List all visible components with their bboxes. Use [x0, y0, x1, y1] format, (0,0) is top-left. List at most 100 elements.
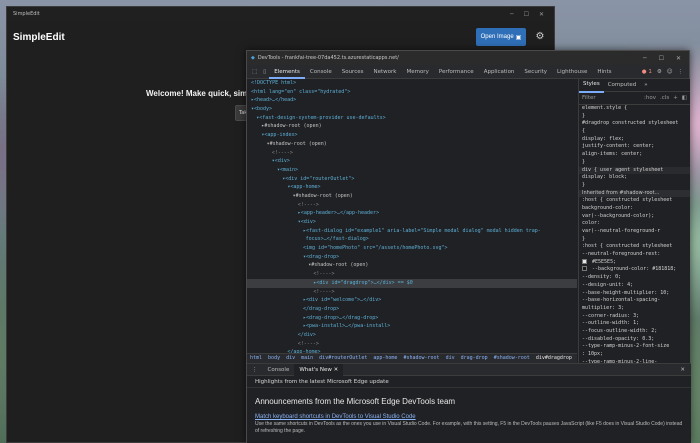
dom-node-line[interactable]: ▾#shadow-root (open)	[247, 261, 577, 270]
shortcuts-link[interactable]: Match keyboard shortcuts in DevTools to …	[247, 406, 691, 420]
dom-node-line[interactable]: ▸<div id="dragdrop">…</div> == $0	[247, 278, 577, 288]
close-icon[interactable]: ✕	[539, 11, 544, 18]
drawer-tabbar: ⋮ Console What's New ✕ ✕	[247, 363, 691, 376]
breadcrumb-item[interactable]: #shadow-root	[494, 355, 530, 361]
drawer-close-icon[interactable]: ✕	[680, 367, 691, 373]
style-rule-line: --corner-radius: 3;	[582, 312, 640, 319]
style-rule-line: : 10px;	[582, 351, 604, 357]
style-rule-line: color:	[582, 220, 601, 227]
styles-filter-input[interactable]: Filter	[582, 95, 596, 101]
inspect-icon[interactable]: ⬚	[249, 69, 260, 75]
breadcrumb-item[interactable]: div	[286, 355, 295, 361]
tab-memory[interactable]: Memory	[401, 65, 433, 79]
drawer-menu-icon[interactable]: ⋮	[247, 364, 263, 376]
style-rule-line: }	[582, 181, 586, 188]
color-swatch[interactable]	[582, 266, 587, 272]
app-window-title: SimpleEdit	[13, 11, 40, 17]
dom-node-line[interactable]: ▾<fast-design-system-provider use-defaul…	[247, 114, 577, 123]
dom-node-line[interactable]: <!---->	[247, 270, 577, 279]
minimize-icon[interactable]: ─	[510, 11, 514, 18]
error-count: 1	[648, 68, 652, 75]
more-options-icon[interactable]: ⋮	[678, 69, 684, 75]
drawer-tab-console[interactable]: Console	[263, 364, 295, 376]
style-rule-line: }	[582, 112, 586, 119]
breadcrumb-item[interactable]: div	[446, 355, 455, 361]
breadcrumb-item[interactable]: html	[250, 355, 262, 361]
dom-node-line[interactable]: <!---->	[247, 340, 577, 349]
dom-node-line[interactable]: </drag-drop>	[247, 305, 577, 314]
device-toolbar-icon[interactable]: ▯	[260, 69, 269, 75]
breadcrumb-item[interactable]: app-home	[373, 355, 397, 361]
breadcrumb-item[interactable]: #shadow-root	[403, 355, 439, 361]
drawer-tab-whats-new[interactable]: What's New ✕	[294, 363, 344, 376]
breadcrumb-item[interactable]: div#dragdrop	[536, 355, 572, 361]
error-badge[interactable]: ● 1	[642, 69, 652, 75]
dom-node-line[interactable]: <html lang="en" class="hydrated">	[247, 88, 577, 97]
dom-node-line[interactable]: <!---->	[247, 288, 577, 297]
tab-security[interactable]: Security	[519, 65, 552, 79]
style-rule-line: display: flex;	[582, 135, 625, 142]
dom-node-line[interactable]: ▸<head>…</head>	[247, 96, 577, 105]
dom-node-line[interactable]: ▸<app-header>…</app-header>	[247, 209, 577, 218]
dom-node-line[interactable]: <img id="homePhoto" src="/assets/homePho…	[247, 244, 577, 253]
dom-node-line[interactable]: ▸<fast-dialog id="example1" aria-label="…	[247, 227, 577, 236]
devtools-drawer: ⋮ Console What's New ✕ ✕ Highlights from…	[247, 363, 691, 443]
devtools-window-title: DevTools - frankfai-tree-07da452.ts.azur…	[257, 55, 399, 61]
dom-node-line[interactable]: ▾#shadow-root (open)	[247, 140, 577, 149]
dom-node-line[interactable]: ▾<drag-drop>	[247, 253, 577, 262]
style-rule-line: --neutral-foreground-rest:	[582, 251, 661, 258]
cls-toggle[interactable]: .cls	[660, 95, 669, 101]
tab-styles[interactable]: Styles	[579, 79, 604, 93]
dom-node-line[interactable]: ▾#shadow-root (open)	[247, 192, 577, 201]
tab-network[interactable]: Network	[368, 65, 401, 79]
profile-icon[interactable]: ☺	[667, 69, 673, 75]
breadcrumb-item[interactable]: div#routerOutlet	[319, 355, 367, 361]
dom-node-line[interactable]: ▾<div>	[247, 218, 577, 227]
settings-icon[interactable]: ⚙	[657, 69, 662, 75]
dom-node-line[interactable]: ▾<div id="routerOutlet">	[247, 175, 577, 184]
toggle-sidebar-icon[interactable]: ◧	[682, 95, 687, 101]
tab-lighthouse[interactable]: Lighthouse	[552, 65, 592, 79]
dom-node-line[interactable]: ▾<app-index>	[247, 131, 577, 140]
tab-console[interactable]: Console	[305, 65, 337, 79]
minimize-icon[interactable]: ─	[643, 55, 647, 62]
color-swatch[interactable]	[582, 258, 587, 264]
tab-more[interactable]: »	[640, 79, 651, 92]
dom-node-line[interactable]: ▸#shadow-root (open)	[247, 122, 577, 131]
style-rule-line: --base-height-multiplier: 10;	[582, 289, 670, 296]
dom-node-line[interactable]: </div>	[247, 331, 577, 340]
dom-node-line[interactable]: ▸<drag-drop>…</drag-drop>	[247, 314, 577, 323]
maximize-icon[interactable]: ☐	[524, 11, 529, 18]
highlights-heading: Highlights from the latest Microsoft Edg…	[247, 376, 691, 388]
style-rule-line: element.style {	[582, 105, 628, 111]
breadcrumb-item[interactable]: drag-drop	[461, 355, 488, 361]
breadcrumb-item[interactable]: body	[268, 355, 280, 361]
dom-node-line[interactable]: ▸<pwa-install>…</pwa-install>	[247, 322, 577, 331]
tab-application[interactable]: Application	[479, 65, 520, 79]
app-header: SimpleEdit Open Image ▣ ⚙	[7, 21, 554, 53]
dom-node-line[interactable]: <!---->	[247, 149, 577, 158]
style-rule-line: {	[582, 128, 586, 135]
new-rule-icon[interactable]: +	[673, 95, 678, 101]
dom-node-line[interactable]: ▾<body>	[247, 105, 577, 114]
tab-performance[interactable]: Performance	[434, 65, 479, 79]
hov-toggle[interactable]: :hov	[644, 95, 656, 101]
elements-tree: <!DOCTYPE html> <html lang="en" class="hy…	[247, 79, 577, 355]
dom-node-line[interactable]: <!DOCTYPE html>	[247, 79, 577, 88]
dom-node-line[interactable]: ▾<div>	[247, 157, 577, 166]
gear-icon[interactable]: ⚙	[534, 31, 546, 43]
dom-node-line[interactable]: <!---->	[247, 201, 577, 210]
tab-sources[interactable]: Sources	[337, 65, 369, 79]
style-rule-line: --type-ramp-minus-2-font-size	[582, 343, 670, 350]
dom-node-line[interactable]: focus>…</fast-dialog>	[247, 235, 577, 244]
open-image-button[interactable]: Open Image ▣	[476, 28, 526, 46]
close-icon[interactable]: ✕	[676, 55, 681, 62]
dom-node-line[interactable]: ▸<div id="welcome">…</div>	[247, 296, 577, 305]
tab-computed[interactable]: Computed	[604, 79, 641, 92]
maximize-icon[interactable]: ☐	[659, 55, 664, 62]
breadcrumb-item[interactable]: main	[301, 355, 313, 361]
dom-node-line[interactable]: ▾<app-home>	[247, 183, 577, 192]
tab-hints[interactable]: Hints	[592, 65, 616, 79]
dom-node-line[interactable]: ▾<main>	[247, 166, 577, 175]
tab-elements[interactable]: Elements	[269, 65, 305, 79]
